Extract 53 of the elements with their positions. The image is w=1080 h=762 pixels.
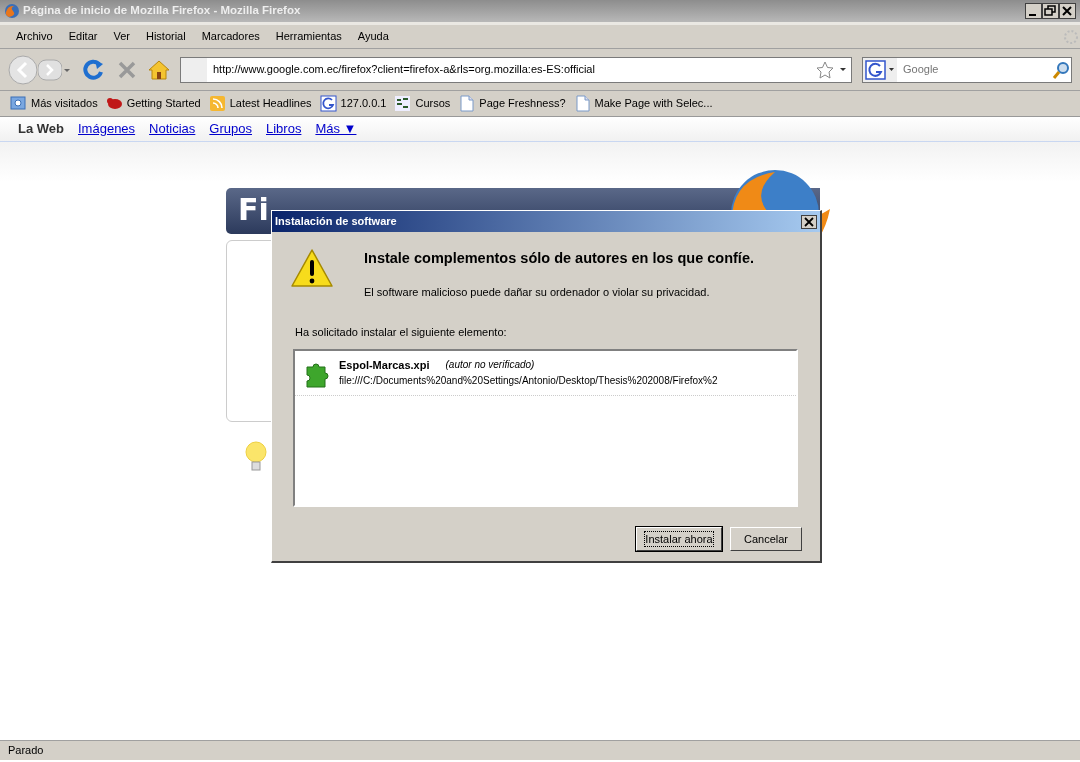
firefox-logo-icon bbox=[4, 3, 20, 19]
bookmark-item[interactable]: Getting Started bbox=[105, 95, 201, 112]
nav-link[interactable]: Imágenes bbox=[78, 119, 136, 139]
dialog-heading: Instale complementos sólo de autores en los que confíe. bbox=[364, 249, 754, 268]
star-icon[interactable] bbox=[815, 59, 835, 80]
home-button[interactable] bbox=[148, 58, 170, 81]
cancel-button[interactable]: Cancelar bbox=[730, 526, 802, 551]
g-letter-icon bbox=[319, 95, 337, 112]
page-icon bbox=[458, 95, 476, 112]
restore-button[interactable] bbox=[1042, 3, 1059, 19]
install-button[interactable]: Instalar ahora bbox=[636, 526, 722, 551]
search-field[interactable]: Google bbox=[897, 60, 1051, 79]
nav-link[interactable]: Más ▼ bbox=[315, 119, 357, 139]
nav-link[interactable]: Noticias bbox=[149, 119, 196, 139]
menu-item[interactable]: Historial bbox=[137, 28, 194, 45]
feed-icon bbox=[208, 95, 226, 112]
page-icon bbox=[573, 95, 591, 112]
request-label: Ha solicitado instalar el siguiente elemento: bbox=[295, 325, 508, 341]
minimize-button[interactable] bbox=[1025, 3, 1042, 19]
lightbulb-icon bbox=[244, 440, 268, 472]
bookmark-item[interactable]: Más visitados bbox=[10, 95, 98, 112]
menu-item[interactable]: Ayuda bbox=[349, 28, 397, 45]
nav-link[interactable]: La Web bbox=[18, 119, 64, 139]
warning-icon bbox=[290, 248, 334, 288]
history-folder-icon bbox=[10, 95, 27, 112]
address-field[interactable]: http://www.google.com.ec/firefox?client=firefox-a&rls=org.mozilla:es-ES:official bbox=[207, 60, 815, 79]
author-note: (autor no verificado) bbox=[445, 357, 535, 372]
bookmark-item[interactable]: Latest Headlines bbox=[208, 95, 312, 112]
close-button[interactable] bbox=[1059, 3, 1076, 19]
search-engine-icon[interactable] bbox=[863, 57, 897, 82]
throbber-icon bbox=[1062, 27, 1080, 46]
menu-item[interactable]: Editar bbox=[60, 28, 106, 45]
nav-link[interactable]: Libros bbox=[266, 119, 302, 139]
menu-item[interactable]: Ver bbox=[105, 28, 138, 45]
reload-button[interactable] bbox=[82, 57, 106, 82]
search-icon[interactable] bbox=[1051, 59, 1071, 80]
bookmark-item[interactable]: Page Freshness? bbox=[458, 95, 566, 112]
bookmark-item[interactable]: Make Page with Selec... bbox=[573, 95, 713, 112]
menu-item[interactable]: Archivo bbox=[8, 28, 61, 45]
menu-item[interactable]: Marcadores bbox=[193, 28, 268, 45]
dialog-title: Instalación de software bbox=[275, 214, 397, 230]
close-button[interactable] bbox=[801, 214, 817, 229]
dialog-message: El software malicioso puede dañar su ordenador o violar su privacidad. bbox=[364, 284, 711, 300]
window-title: Página de inicio de Mozilla Firefox - Mozilla Firefox bbox=[23, 3, 301, 19]
status-text: Parado bbox=[0, 740, 1080, 760]
nav-link[interactable]: Grupos bbox=[209, 119, 252, 139]
file-path: file:///C:/Documents%20and%20Settings/Antonio/Desktop/Thesis%202008/Firefox%2 bbox=[339, 374, 718, 389]
address-bar[interactable]: http://www.google.com.ec/firefox?client=firefox-a&rls=org.mozilla:es-ES:official bbox=[180, 56, 852, 83]
menu-item[interactable]: Herramientas bbox=[267, 28, 350, 45]
search-bar[interactable]: Google bbox=[862, 56, 1072, 83]
addon-name: Espol-Marcas.xpi bbox=[339, 357, 430, 373]
bookmark-item[interactable]: 127.0.0.1 bbox=[319, 95, 387, 112]
bookmark-item[interactable]: Cursos bbox=[394, 95, 451, 112]
